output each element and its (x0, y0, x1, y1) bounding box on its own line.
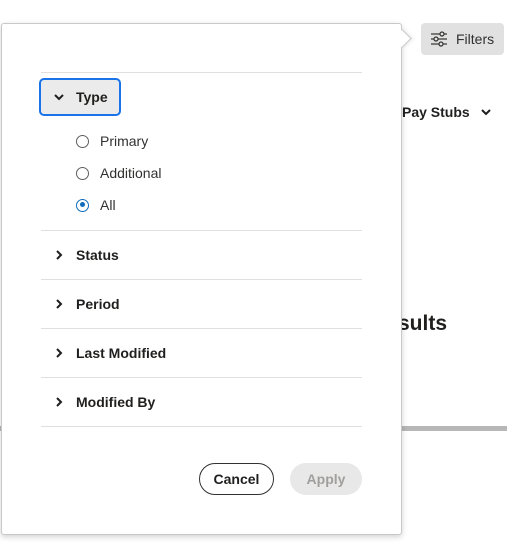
chevron-right-icon (56, 250, 63, 260)
divider (41, 72, 362, 73)
apply-button[interactable]: Apply (290, 463, 362, 495)
chevron-right-icon (56, 348, 63, 358)
cancel-button[interactable]: Cancel (199, 463, 274, 495)
period-section-header[interactable]: Period (55, 293, 120, 315)
last-modified-section-header[interactable]: Last Modified (55, 342, 166, 364)
chevron-right-icon (56, 299, 63, 309)
radio-button-selected[interactable] (76, 198, 89, 212)
category-selector-label: Pay Stubs (402, 104, 470, 120)
background-divider (398, 426, 507, 431)
chevron-down-icon (54, 94, 64, 101)
radio-button[interactable] (76, 134, 89, 148)
radio-option-primary[interactable]: Primary (76, 131, 148, 151)
radio-option-additional[interactable]: Additional (76, 163, 162, 183)
divider (41, 279, 362, 280)
period-section-label: Period (76, 296, 120, 312)
sliders-icon (431, 31, 447, 47)
modified-by-section-header[interactable]: Modified By (55, 391, 155, 413)
modified-by-section-label: Modified By (76, 394, 156, 410)
results-heading: sults (398, 312, 448, 335)
radio-label: Primary (100, 133, 149, 149)
type-section-label: Type (76, 89, 108, 105)
radio-button[interactable] (76, 166, 89, 180)
type-section-header[interactable]: Type (39, 78, 121, 116)
status-section-header[interactable]: Status (55, 244, 119, 266)
chevron-down-icon (480, 109, 491, 116)
divider (41, 328, 362, 329)
radio-option-all[interactable]: All (76, 195, 116, 215)
divider (41, 426, 362, 427)
status-section-label: Status (76, 247, 119, 263)
filters-button[interactable]: Filters (421, 23, 504, 55)
last-modified-section-label: Last Modified (76, 345, 167, 361)
filters-button-label: Filters (456, 31, 495, 47)
divider (41, 377, 362, 378)
radio-label: All (100, 197, 116, 213)
category-selector[interactable]: Pay Stubs (402, 102, 492, 122)
divider (41, 230, 362, 231)
radio-label: Additional (100, 165, 162, 181)
chevron-right-icon (56, 397, 63, 407)
